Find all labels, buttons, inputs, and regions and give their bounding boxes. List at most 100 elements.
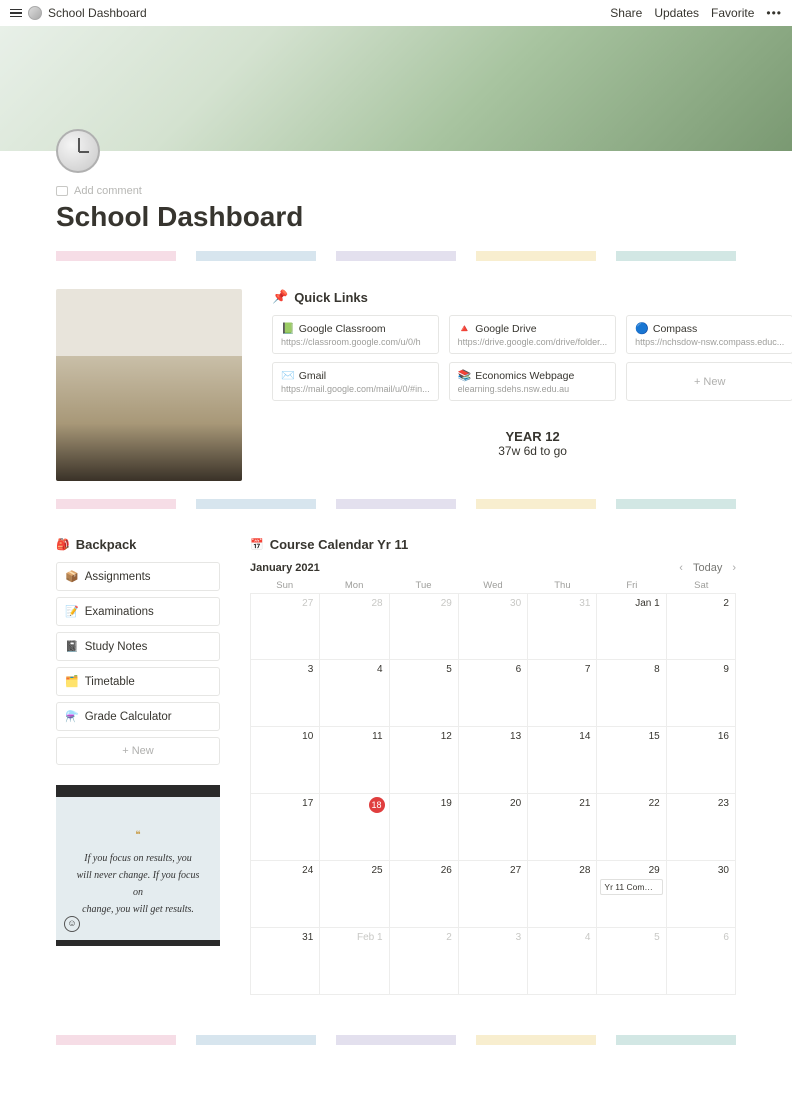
add-comment-button[interactable]: Add comment — [56, 185, 736, 197]
quicklink-card[interactable]: ✉️Gmailhttps://mail.google.com/mail/u/0/… — [272, 362, 439, 401]
calendar-cell[interactable]: 6 — [667, 928, 736, 995]
backpack-icon: 🎒 — [56, 538, 70, 551]
calendar-cell[interactable]: 18 — [320, 794, 389, 861]
quicklink-card[interactable]: 📗Google Classroomhttps://classroom.googl… — [272, 315, 439, 354]
calendar-day-number: 19 — [441, 798, 452, 809]
calendar-day-number: 4 — [377, 664, 383, 675]
quicklink-new-button[interactable]: + New — [626, 362, 792, 401]
quicklinks-heading: 📌 Quick Links — [272, 289, 792, 305]
calendar-cell[interactable]: 8 — [597, 660, 666, 727]
calendar-cell[interactable]: 5 — [390, 660, 459, 727]
link-icon: 📚 — [458, 369, 472, 382]
calendar-cell[interactable]: 9 — [667, 660, 736, 727]
clock-icon — [28, 6, 42, 20]
calendar-cell[interactable]: Jan 1 — [597, 593, 666, 660]
calendar-cell[interactable]: 2 — [390, 928, 459, 995]
calendar-cell[interactable]: Feb 1 — [320, 928, 389, 995]
year-title: YEAR 12 — [272, 429, 792, 444]
calendar-cell[interactable]: 11 — [320, 727, 389, 794]
calendar-cell[interactable]: 28 — [320, 593, 389, 660]
calendar-cell[interactable]: 25 — [320, 861, 389, 928]
calendar-cell[interactable]: 16 — [667, 727, 736, 794]
calendar-cell[interactable]: 13 — [459, 727, 528, 794]
add-comment-label: Add comment — [74, 185, 142, 197]
calendar-dow: Sun — [250, 580, 319, 591]
backpack-item-label: Grade Calculator — [85, 711, 172, 723]
more-icon[interactable]: ••• — [766, 6, 782, 20]
calendar-cell[interactable]: 27 — [459, 861, 528, 928]
quicklink-title: Compass — [653, 323, 697, 335]
quicklink-url: https://drive.google.com/drive/folder... — [458, 337, 608, 347]
calendar-cell[interactable]: 3 — [251, 660, 320, 727]
backpack-item-icon: 📓 — [65, 640, 79, 653]
calendar-heading[interactable]: 📅 Course Calendar Yr 11 — [250, 537, 736, 552]
calendar-day-number: 7 — [585, 664, 591, 675]
backpack-new-button[interactable]: + New — [56, 737, 220, 765]
calendar-day-number: 2 — [446, 932, 452, 943]
calendar-dow: Thu — [528, 580, 597, 591]
calendar-cell[interactable]: 30 — [459, 593, 528, 660]
share-button[interactable]: Share — [610, 6, 642, 20]
calendar-cell[interactable]: 14 — [528, 727, 597, 794]
calendar-cell[interactable]: 6 — [459, 660, 528, 727]
calendar-cell[interactable]: 5 — [597, 928, 666, 995]
calendar-day-number: 4 — [585, 932, 591, 943]
calendar-cell[interactable]: 19 — [390, 794, 459, 861]
calendar-cell[interactable]: 31 — [251, 928, 320, 995]
calendar-cell[interactable]: 21 — [528, 794, 597, 861]
cover-image[interactable] — [0, 26, 792, 151]
calendar-next-button[interactable]: › — [732, 562, 736, 574]
calendar-cell[interactable]: 27 — [251, 593, 320, 660]
calendar-cell[interactable]: 17 — [251, 794, 320, 861]
sidebar-toggle-icon[interactable] — [10, 9, 22, 18]
calendar-cell[interactable]: 22 — [597, 794, 666, 861]
quicklink-url: https://mail.google.com/mail/u/0/#in... — [281, 384, 430, 394]
calendar-cell[interactable]: 29 Yr 11 Commenc... — [597, 861, 666, 928]
calendar-day-number: 26 — [441, 865, 452, 876]
favorite-button[interactable]: Favorite — [711, 6, 754, 20]
backpack-item[interactable]: ⚗️Grade Calculator — [56, 702, 220, 731]
calendar-event[interactable]: Yr 11 Commenc... — [600, 879, 662, 895]
quicklink-card[interactable]: 🔵Compasshttps://nchsdow-nsw.compass.educ… — [626, 315, 792, 354]
calendar-day-number: 28 — [371, 598, 382, 609]
quicklink-title: Google Classroom — [299, 323, 386, 335]
calendar-cell[interactable]: 4 — [528, 928, 597, 995]
calendar-cell[interactable]: 4 — [320, 660, 389, 727]
calendar-day-number: 24 — [302, 865, 313, 876]
backpack-item[interactable]: 📓Study Notes — [56, 632, 220, 661]
calendar-day-number: 29 — [649, 865, 660, 876]
backpack-item[interactable]: 📝Examinations — [56, 597, 220, 626]
calendar-cell[interactable]: 7 — [528, 660, 597, 727]
calendar-day-number: Feb 1 — [357, 932, 383, 943]
calendar-cell[interactable]: 2 — [667, 593, 736, 660]
calendar-cell[interactable]: 20 — [459, 794, 528, 861]
calendar-cell[interactable]: 28 — [528, 861, 597, 928]
calendar-cell[interactable]: 15 — [597, 727, 666, 794]
quicklink-card[interactable]: 🔺Google Drivehttps://drive.google.com/dr… — [449, 315, 617, 354]
calendar-day-number: 9 — [723, 664, 729, 675]
calendar-cell[interactable]: 29 — [390, 593, 459, 660]
calendar-cell[interactable]: 31 — [528, 593, 597, 660]
calendar-day-number: 29 — [441, 598, 452, 609]
calendar-cell[interactable]: 26 — [390, 861, 459, 928]
calendar-day-number: 5 — [446, 664, 452, 675]
backpack-item[interactable]: 🗂️Timetable — [56, 667, 220, 696]
calendar-day-number: 31 — [579, 598, 590, 609]
quicklink-card[interactable]: 📚Economics Webpageelearning.sdehs.nsw.ed… — [449, 362, 617, 401]
calendar-cell[interactable]: 30 — [667, 861, 736, 928]
page-icon-clock[interactable] — [56, 129, 100, 173]
backpack-item[interactable]: 📦Assignments — [56, 562, 220, 591]
calendar-prev-button[interactable]: ‹ — [679, 562, 683, 574]
calendar-cell[interactable]: 10 — [251, 727, 320, 794]
updates-button[interactable]: Updates — [654, 6, 699, 20]
calendar-today-button[interactable]: Today — [693, 562, 722, 574]
calendar-cell[interactable]: 12 — [390, 727, 459, 794]
calendar-cell[interactable]: 24 — [251, 861, 320, 928]
breadcrumb-title[interactable]: School Dashboard — [48, 6, 147, 20]
backpack-item-label: Examinations — [85, 606, 154, 618]
calendar-cell[interactable]: 3 — [459, 928, 528, 995]
calendar-day-number: 23 — [718, 798, 729, 809]
quicklink-title: Google Drive — [475, 323, 536, 335]
calendar-cell[interactable]: 23 — [667, 794, 736, 861]
calendar-day-number: 3 — [308, 664, 314, 675]
